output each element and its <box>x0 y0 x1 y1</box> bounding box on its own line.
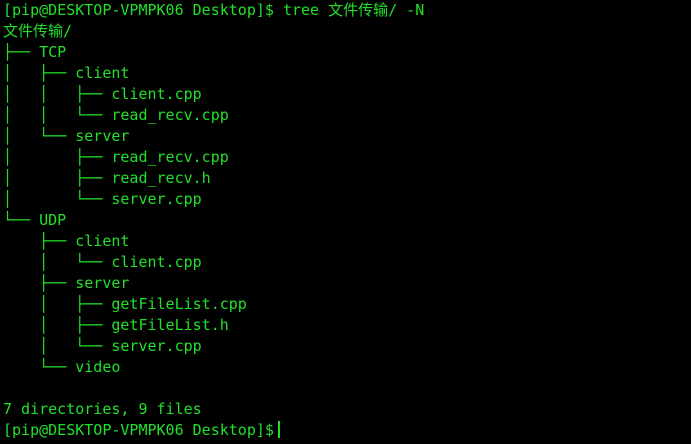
terminal-window[interactable]: [pip@DESKTOP-VPMPK06 Desktop]$ tree 文件传输… <box>0 0 691 444</box>
tree-line: ├── server <box>3 274 130 292</box>
tree-line: │ └── client.cpp <box>3 253 202 271</box>
summary-line: 7 directories, 9 files <box>3 400 202 418</box>
command-line: [pip@DESKTOP-VPMPK06 Desktop]$ tree 文件传输… <box>3 1 425 19</box>
final-prompt: [pip@DESKTOP-VPMPK06 Desktop]$ <box>3 421 274 439</box>
tree-line: │ └── server.cpp <box>3 337 202 355</box>
tree-line: │ ├── getFileList.cpp <box>3 295 247 313</box>
tree-line: │ │ ├── client.cpp <box>3 85 202 103</box>
tree-line: │ ├── getFileList.h <box>3 316 229 334</box>
tree-line: │ ├── read_recv.h <box>3 169 211 187</box>
tree-line: ├── client <box>3 232 130 250</box>
tree-line: └── video <box>3 358 121 376</box>
tree-line: └── UDP <box>3 211 67 229</box>
final-prompt-line[interactable]: [pip@DESKTOP-VPMPK06 Desktop]$ <box>3 420 691 441</box>
tree-line: │ └── server.cpp <box>3 190 202 208</box>
tree-line: │ │ └── read_recv.cpp <box>3 106 229 124</box>
tree-root: 文件传输/ <box>3 22 73 40</box>
tree-line: │ ├── read_recv.cpp <box>3 148 229 166</box>
tree-line: │ ├── client <box>3 64 130 82</box>
tree-line: │ └── server <box>3 127 130 145</box>
text-cursor <box>277 421 280 438</box>
tree-line: ├── TCP <box>3 43 67 61</box>
